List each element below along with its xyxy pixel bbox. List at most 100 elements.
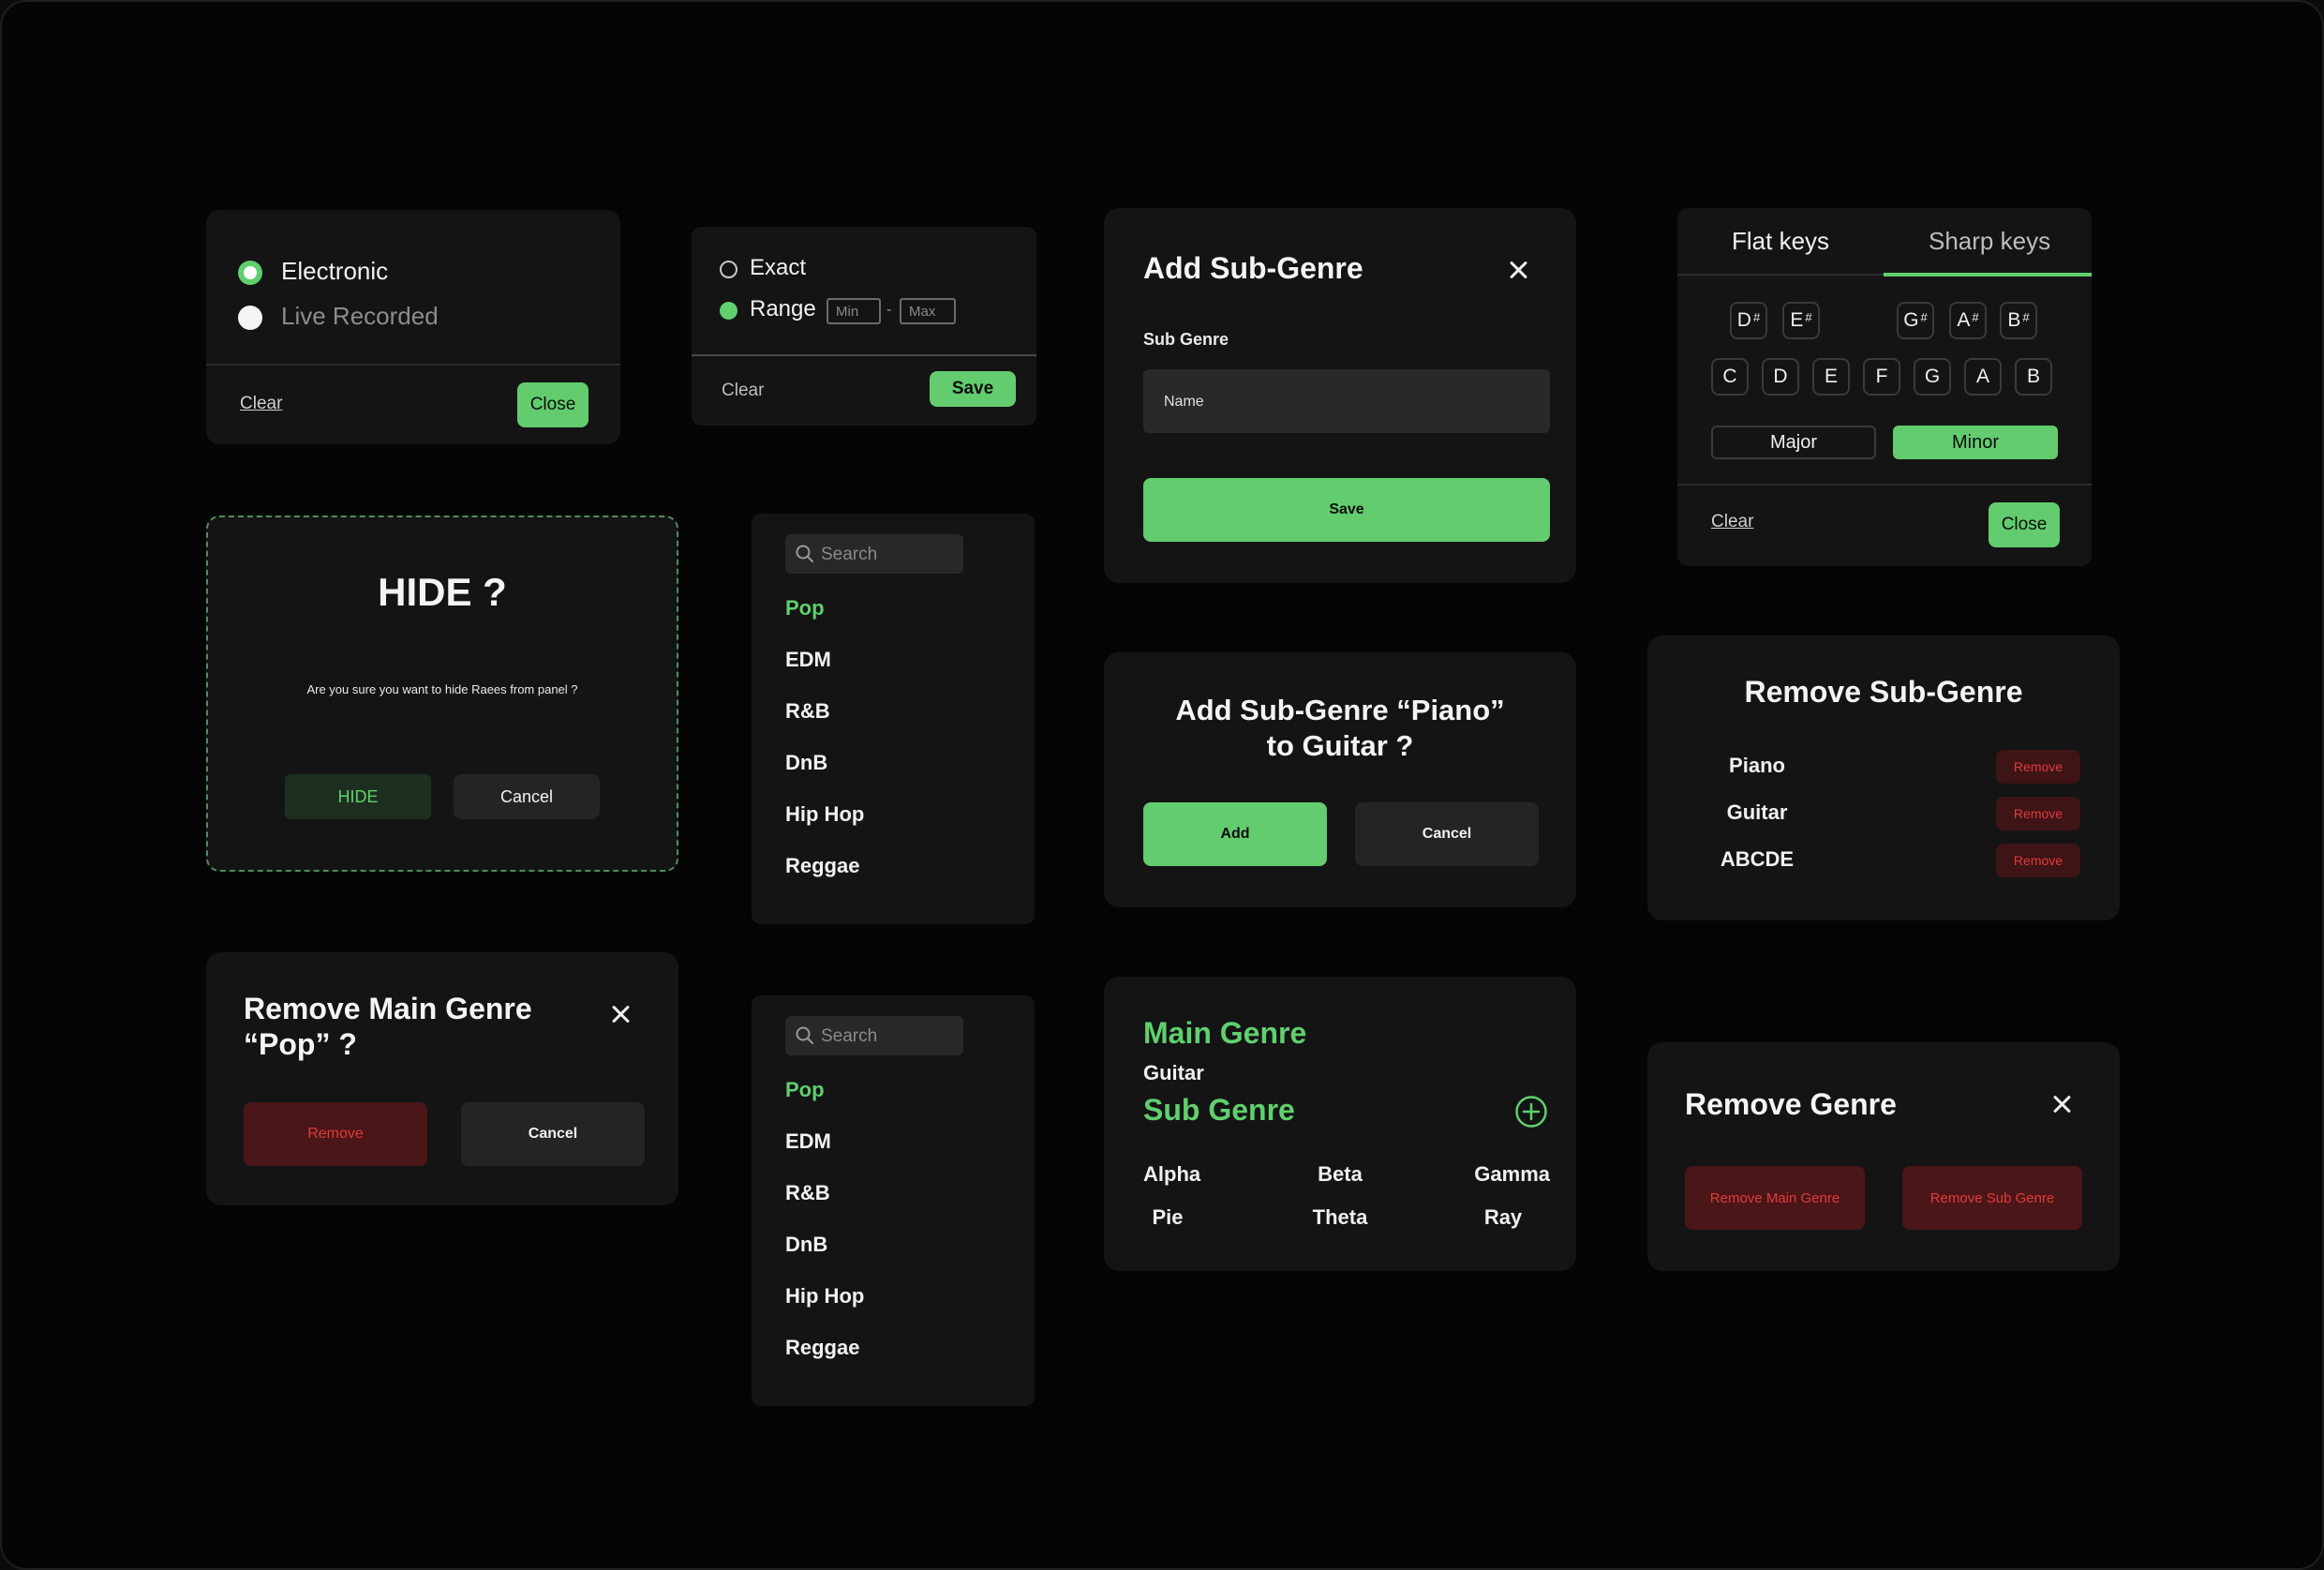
save-button[interactable]: Save (930, 371, 1016, 407)
sub-genre-piano: Piano (1729, 754, 1785, 777)
main-genre-label: Main Genre (1143, 1016, 1307, 1050)
close-icon[interactable] (2048, 1091, 2075, 1117)
cancel-button[interactable]: Cancel (1355, 802, 1539, 866)
hide-button[interactable]: HIDE (285, 774, 431, 819)
list-item-edm[interactable]: EDM (785, 1129, 831, 1154)
list-item-edm[interactable]: EDM (785, 648, 831, 672)
remove-guitar-button[interactable]: Remove (1996, 797, 2080, 830)
close-button[interactable]: Close (1989, 502, 2060, 547)
canvas: Electronic Live Recorded Clear Close Exa… (0, 0, 2324, 1570)
radio-electronic[interactable] (238, 261, 262, 285)
sub-genre-abcde: ABCDE (1720, 847, 1795, 871)
key-a[interactable]: A (1964, 358, 2002, 396)
name-placeholder: Name (1164, 394, 1204, 410)
remove-main-genre-dialog: Remove Main Genre “Pop” ? Remove Cancel (206, 952, 678, 1205)
sub-genre-gamma: Gamma (1474, 1162, 1550, 1186)
clear-link[interactable]: Clear (1711, 512, 1753, 532)
key-e[interactable]: E (1812, 358, 1850, 396)
list-item-reggae[interactable]: Reggae (785, 854, 859, 878)
remove-button[interactable]: Remove (244, 1102, 427, 1166)
divider (1677, 484, 2092, 486)
search-placeholder: Search (821, 545, 878, 564)
close-icon[interactable] (1505, 257, 1531, 283)
search-input[interactable]: Search (785, 1016, 963, 1055)
main-genre-value: Guitar (1143, 1061, 1204, 1084)
key-f[interactable]: F (1863, 358, 1900, 396)
list-item-pop[interactable]: Pop (785, 1078, 825, 1102)
key-c[interactable]: C (1711, 358, 1749, 396)
sub-genre-ray: Ray (1483, 1205, 1523, 1229)
key-d-sharp-note: D (1736, 309, 1751, 331)
cancel-button[interactable]: Cancel (454, 774, 600, 819)
add-sub-genre-dialog: Add Sub-Genre Sub Genre Name Save (1104, 208, 1576, 583)
key-d-sharp[interactable]: D # (1730, 302, 1767, 339)
minor-button[interactable]: Minor (1893, 426, 2058, 459)
list-item-hip-hop[interactable]: Hip Hop (785, 1284, 864, 1308)
confirm-title-line2: to Guitar ? (1266, 729, 1414, 762)
max-input[interactable]: Max (900, 298, 956, 324)
cancel-button[interactable]: Cancel (461, 1102, 645, 1166)
key-e-sharp[interactable]: E # (1782, 302, 1820, 339)
remove-piano-button[interactable]: Remove (1996, 750, 2080, 784)
dialog-title: Remove Genre (1685, 1087, 1897, 1121)
remove-abcde-button[interactable]: Remove (1996, 844, 2080, 877)
list-item-hip-hop[interactable]: Hip Hop (785, 802, 864, 827)
add-button[interactable]: Add (1143, 802, 1327, 866)
sub-genre-theta: Theta (1312, 1205, 1368, 1229)
clear-button[interactable]: Clear (722, 381, 764, 401)
genre-list-panel: Search Pop EDM R&B DnB Hip Hop Reggae (752, 514, 1035, 924)
key-b-sharp[interactable]: B # (2000, 302, 2037, 339)
max-placeholder: Max (909, 304, 936, 320)
tab-sharp-keys[interactable]: Sharp keys (1929, 227, 2050, 256)
hide-dialog: HIDE ? Are you sure you want to hide Rae… (206, 516, 678, 872)
remove-main-genre-button[interactable]: Remove Main Genre (1685, 1166, 1865, 1230)
key-b[interactable]: B (2015, 358, 2052, 396)
key-a-sharp[interactable]: A # (1949, 302, 1987, 339)
option-live-recorded-label: Live Recorded (281, 302, 439, 330)
sub-genre-pie: Pie (1152, 1205, 1184, 1229)
radio-exact[interactable] (720, 261, 737, 278)
sub-genre-guitar: Guitar (1726, 800, 1788, 824)
search-input[interactable]: Search (785, 534, 963, 574)
add-circle-icon[interactable] (1514, 1095, 1548, 1129)
divider (692, 354, 1036, 356)
range-label: Range (750, 296, 816, 321)
hide-dialog-title: HIDE ? (378, 570, 507, 614)
list-item-rnb[interactable]: R&B (785, 1181, 830, 1205)
active-tab-indicator (1884, 273, 2092, 277)
remove-sub-genre-button[interactable]: Remove Sub Genre (1902, 1166, 2082, 1230)
clear-link[interactable]: Clear (240, 394, 282, 414)
sub-genre-beta: Beta (1318, 1162, 1363, 1186)
save-button[interactable]: Save (1143, 478, 1550, 542)
key-g-sharp[interactable]: G # (1897, 302, 1934, 339)
close-button[interactable]: Close (517, 382, 588, 427)
close-icon[interactable] (607, 1001, 633, 1027)
name-input[interactable]: Name (1143, 369, 1550, 433)
search-icon (796, 545, 813, 562)
search-icon (796, 1026, 813, 1044)
radio-live-recorded[interactable] (238, 306, 262, 330)
sharp-sign: # (1752, 309, 1761, 324)
min-input[interactable]: Min (827, 298, 881, 324)
list-item-rnb[interactable]: R&B (785, 699, 830, 724)
key-a-sharp-note: A (1957, 309, 1971, 331)
list-item-reggae[interactable]: Reggae (785, 1336, 859, 1360)
dialog-title: Add Sub-Genre (1143, 251, 1363, 285)
field-label: Sub Genre (1143, 330, 1229, 349)
sub-genre-label: Sub Genre (1143, 1093, 1295, 1127)
remove-sub-genre-dialog: Remove Sub-Genre Piano Remove Guitar Rem… (1647, 635, 2120, 920)
list-item-dnb[interactable]: DnB (785, 751, 827, 775)
genre-info-card: Main Genre Guitar Sub Genre Alpha Beta G… (1104, 977, 1576, 1271)
dialog-title-line2: “Pop” ? (244, 1027, 357, 1061)
tab-flat-keys[interactable]: Flat keys (1732, 227, 1829, 256)
exact-label: Exact (750, 255, 807, 280)
major-button[interactable]: Major (1711, 426, 1876, 459)
genre-list-panel-2: Search Pop EDM R&B DnB Hip Hop Reggae (752, 995, 1035, 1406)
key-g[interactable]: G (1914, 358, 1951, 396)
list-item-dnb[interactable]: DnB (785, 1233, 827, 1257)
range-dash: - (886, 302, 892, 318)
bpm-filter-card: Exact Range Min - Max Clear Save (692, 227, 1036, 426)
radio-range[interactable] (720, 302, 737, 320)
key-d[interactable]: D (1762, 358, 1799, 396)
list-item-pop[interactable]: Pop (785, 596, 825, 621)
